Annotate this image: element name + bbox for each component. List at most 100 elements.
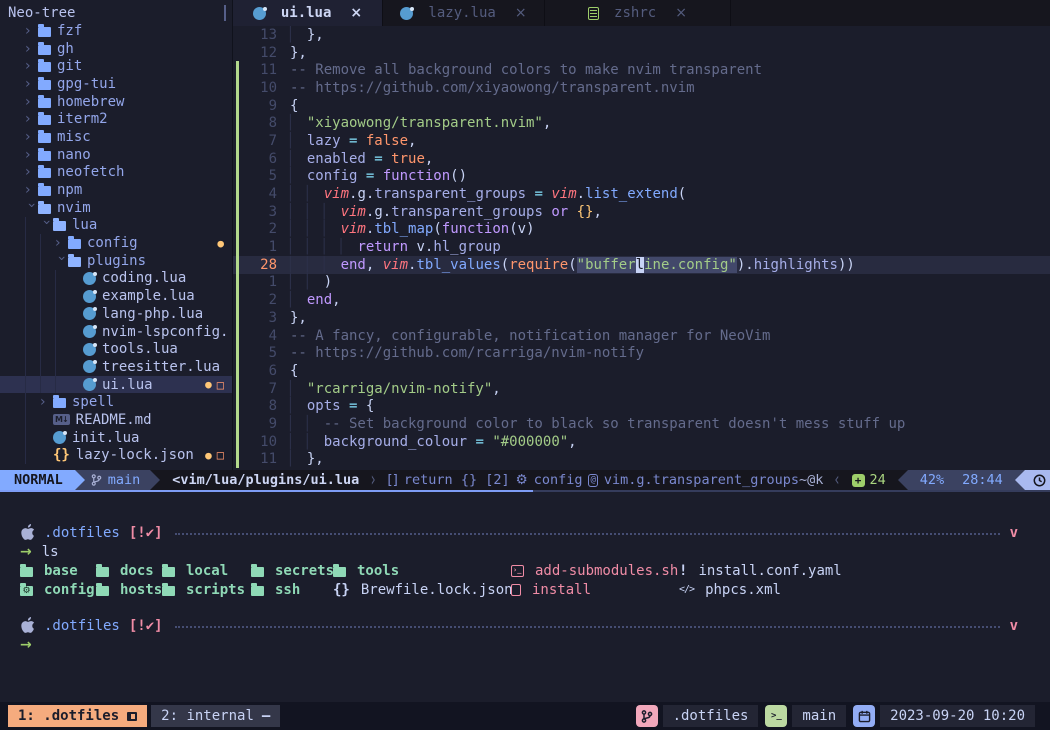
ls-entry-ssh: ssh: [251, 580, 333, 599]
tree-item-tools.lua[interactable]: tools.lua: [0, 340, 232, 358]
breadcrumb-label: config: [534, 472, 583, 488]
folder-icon: [38, 60, 51, 72]
tree-item-init.lua[interactable]: init.lua: [0, 429, 232, 447]
tree-item-npm[interactable]: ›npm: [0, 181, 232, 199]
markdown-icon: M↓: [53, 414, 70, 425]
tab-zshrc[interactable]: zshrc ×: [545, 0, 731, 26]
unstaged-square-icon: □: [217, 378, 224, 392]
tmux-window-2internal[interactable]: 2: internal–: [151, 705, 280, 727]
tree-item-coding.lua[interactable]: coding.lua: [0, 270, 232, 288]
lua-file-icon: [83, 360, 96, 373]
clock-icon: [1033, 474, 1046, 487]
tree-item-lazy-lock.json[interactable]: {}lazy-lock.json●□: [0, 447, 232, 465]
tree-item-gpg-tui[interactable]: ›gpg-tui: [0, 75, 232, 93]
line-number: 4: [239, 328, 277, 344]
tree-item-iterm2[interactable]: ›iterm2: [0, 110, 232, 128]
chevron-right-icon: ›: [25, 147, 38, 163]
close-icon[interactable]: ×: [350, 5, 362, 21]
folder-icon: [38, 113, 51, 125]
code-line: 9▏ ▏ -- Set background color to black so…: [233, 415, 1050, 433]
tree-item-README.md[interactable]: M↓README.md: [0, 411, 232, 429]
tree-item-gh[interactable]: ›gh: [0, 40, 232, 58]
tmux-window-label: 1: .dotfiles: [18, 708, 119, 724]
tmux-status-main: main: [792, 705, 846, 727]
ls-entry-name: install.conf.yaml: [698, 563, 841, 579]
powerline-separator: [898, 470, 908, 490]
tree-item-label: coding.lua: [102, 270, 186, 286]
line-number: 1: [239, 274, 277, 290]
code-line: 10-- https://github.com/xiyaowong/transp…: [233, 79, 1050, 97]
git-branch-segment[interactable]: main: [85, 470, 151, 490]
git-branch-icon: [91, 473, 102, 487]
line-number: 8: [239, 398, 277, 414]
git-status-flags: [!✔]: [129, 618, 163, 634]
code-text: -- A fancy, configurable, notification m…: [290, 328, 770, 344]
tree-item-label: gpg-tui: [57, 76, 116, 92]
code-line: 10▏ ▏ background_colour = "#000000",: [233, 433, 1050, 451]
tree-item-example.lua[interactable]: example.lua: [0, 287, 232, 305]
terminal-icon: >_: [765, 705, 787, 727]
tree-item-git[interactable]: ›git: [0, 57, 232, 75]
field-icon: @: [588, 474, 597, 487]
tree-item-plugins[interactable]: ›plugins: [0, 252, 232, 270]
tree-item-misc[interactable]: ›misc: [0, 128, 232, 146]
close-icon[interactable]: ×: [515, 5, 527, 21]
tree-item-nvim-lspconfig.[interactable]: nvim-lspconfig.: [0, 323, 232, 341]
tree-item-homebrew[interactable]: ›homebrew: [0, 93, 232, 111]
pane-layout-icon: [127, 712, 137, 721]
prompt-filler: [175, 533, 1000, 535]
file-icon: [511, 584, 521, 596]
line-number: 6: [239, 151, 277, 167]
ls-entry-Brewfile.lock.json: {}Brewfile.lock.json: [333, 580, 511, 599]
tab-uilua[interactable]: ui.lua×: [233, 0, 383, 26]
register-indicator: ~@k: [799, 472, 823, 488]
neotree-scrollbar[interactable]: [224, 5, 226, 21]
prompt-arrow-icon: →: [20, 544, 32, 560]
code-line: 12},: [233, 44, 1050, 62]
folder-icon: [162, 584, 175, 596]
tmux-window-1dotfiles[interactable]: 1: .dotfiles: [8, 705, 147, 727]
close-icon[interactable]: ×: [675, 5, 687, 21]
tree-item-fzf[interactable]: ›fzf: [0, 22, 232, 40]
tree-item-nvim[interactable]: ›nvim: [0, 199, 232, 217]
tab-label: zshrc: [614, 5, 656, 21]
ls-entry-name: tools: [357, 563, 399, 579]
code-text: -- Remove all background colors to make …: [290, 62, 762, 78]
folder-icon: [38, 96, 51, 108]
tree-item-label: misc: [57, 129, 91, 145]
tree-item-neofetch[interactable]: ›neofetch: [0, 164, 232, 182]
tab-label: lazy.lua: [428, 5, 495, 21]
mode-indicator: NORMAL: [0, 470, 75, 490]
code-line: 2▏ ▏ ▏ vim.tbl_map(function(v): [233, 221, 1050, 239]
tab-lazylua[interactable]: lazy.lua ×: [383, 0, 545, 26]
tree-item-treesitter.lua[interactable]: treesitter.lua: [0, 358, 232, 376]
tree-item-lang-php.lua[interactable]: lang-php.lua: [0, 305, 232, 323]
code-line: 13▏ },: [233, 26, 1050, 44]
tree-item-lua[interactable]: ›lua: [0, 217, 232, 235]
tree-item-spell[interactable]: ›spell: [0, 393, 232, 411]
tree-item-nano[interactable]: ›nano: [0, 146, 232, 164]
ls-entry-name: docs: [120, 563, 154, 579]
code-text: ▏ lazy = false,: [290, 133, 416, 149]
ls-entry-tools: tools: [333, 561, 511, 580]
tmux-status-dotfiles: .dotfiles: [663, 705, 759, 727]
terminal-screen: Neo-tree ›fzf›gh›git›gpg-tui›homebrew›it…: [0, 0, 1050, 730]
chevron-right-icon: ›: [25, 41, 38, 57]
modified-dot-icon: ●: [217, 237, 224, 250]
code-editor[interactable]: 13▏ },12},11-- Remove all background col…: [233, 26, 1050, 470]
code-line: 7▏ "rcarriga/nvim-notify",: [233, 380, 1050, 398]
exclamation-icon: !: [679, 563, 687, 579]
tmux-statusbar: 1: .dotfiles2: internal–.dotfiles>_main2…: [0, 702, 1050, 730]
cursor-line[interactable]: →: [20, 635, 1032, 654]
tree-item-ui.lua[interactable]: ui.lua●□: [0, 376, 232, 394]
terminal-script-icon: ›_: [511, 565, 524, 577]
line-number: 6: [239, 363, 277, 379]
prompt-line: .dotfiles [!✔] v: [20, 523, 1032, 542]
nvim-pane: Neo-tree ›fzf›gh›git›gpg-tui›homebrew›it…: [0, 0, 1050, 493]
shell-pane[interactable]: .dotfiles [!✔] v → ls basedocslocalsecre…: [0, 493, 1050, 702]
tree-item-config[interactable]: ›config●: [0, 234, 232, 252]
line-number: 8: [239, 115, 277, 131]
code-text: ▏ },: [290, 451, 324, 467]
ls-entry-name: install: [532, 582, 591, 598]
tree-item-label: nvim: [57, 200, 91, 216]
